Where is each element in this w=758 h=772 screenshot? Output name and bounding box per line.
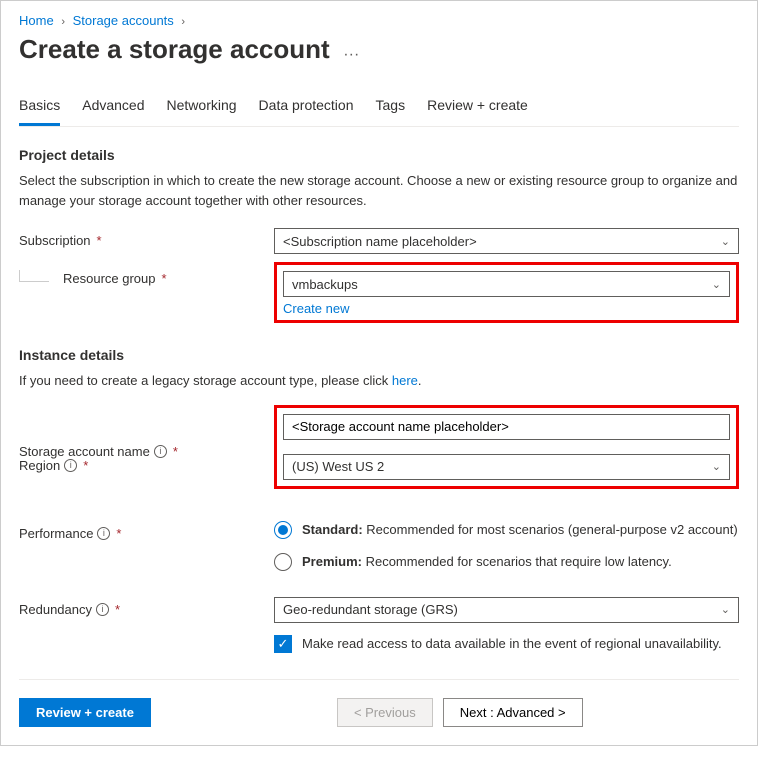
highlight-resource-group: vmbackups ⌄ Create new: [274, 262, 739, 323]
review-create-button[interactable]: Review + create: [19, 698, 151, 727]
storage-account-name-input[interactable]: [283, 414, 730, 440]
instance-details-heading: Instance details: [19, 347, 739, 363]
region-select[interactable]: (US) West US 2 ⌄: [283, 454, 730, 480]
chevron-right-icon: ›: [181, 16, 185, 28]
chevron-down-icon: ⌄: [712, 460, 721, 473]
next-button[interactable]: Next : Advanced >: [443, 698, 583, 727]
subscription-select[interactable]: <Subscription name placeholder> ⌄: [274, 228, 739, 254]
chevron-right-icon: ›: [61, 16, 65, 28]
performance-label: Performance i *: [19, 521, 274, 541]
resource-group-select[interactable]: vmbackups ⌄: [283, 271, 730, 297]
tab-tags[interactable]: Tags: [376, 97, 406, 126]
region-label: Region i *: [19, 453, 274, 473]
highlight-name-region: (US) West US 2 ⌄: [274, 405, 739, 489]
instance-details-desc: If you need to create a legacy storage a…: [19, 371, 739, 391]
tab-review-create[interactable]: Review + create: [427, 97, 528, 126]
tab-basics[interactable]: Basics: [19, 97, 60, 126]
performance-standard-label: Standard: Recommended for most scenarios…: [302, 522, 738, 537]
create-new-link[interactable]: Create new: [283, 301, 349, 316]
tab-networking[interactable]: Networking: [167, 97, 237, 126]
subscription-label: Subscription*: [19, 228, 274, 248]
tab-advanced[interactable]: Advanced: [82, 97, 144, 126]
redundancy-select[interactable]: Geo-redundant storage (GRS) ⌄: [274, 597, 739, 623]
tab-data-protection[interactable]: Data protection: [259, 97, 354, 126]
info-icon[interactable]: i: [96, 603, 109, 616]
footer: Review + create < Previous Next : Advanc…: [19, 679, 739, 727]
chevron-down-icon: ⌄: [712, 278, 721, 291]
redundancy-label: Redundancy i *: [19, 597, 274, 617]
info-icon[interactable]: i: [64, 459, 77, 472]
project-details-heading: Project details: [19, 147, 739, 163]
performance-standard-radio[interactable]: [274, 521, 292, 539]
read-access-checkbox[interactable]: ✓: [274, 635, 292, 653]
resource-group-label: Resource group*: [19, 266, 274, 286]
performance-premium-label: Premium: Recommended for scenarios that …: [302, 554, 672, 569]
project-details-desc: Select the subscription in which to crea…: [19, 171, 739, 210]
storage-account-name-label: Storage account name i *: [19, 409, 274, 489]
info-icon[interactable]: i: [97, 527, 110, 540]
page-title: Create a storage account: [19, 34, 330, 65]
breadcrumb: Home › Storage accounts ›: [19, 13, 739, 28]
tabs: Basics Advanced Networking Data protecti…: [19, 97, 739, 127]
chevron-down-icon: ⌄: [721, 235, 730, 248]
read-access-label: Make read access to data available in th…: [302, 636, 722, 651]
chevron-down-icon: ⌄: [721, 603, 730, 616]
previous-button: < Previous: [337, 698, 433, 727]
performance-premium-radio[interactable]: [274, 553, 292, 571]
breadcrumb-storage-accounts[interactable]: Storage accounts: [73, 13, 174, 28]
legacy-link[interactable]: here: [392, 373, 418, 388]
more-icon[interactable]: ···: [343, 46, 359, 63]
breadcrumb-home[interactable]: Home: [19, 13, 54, 28]
